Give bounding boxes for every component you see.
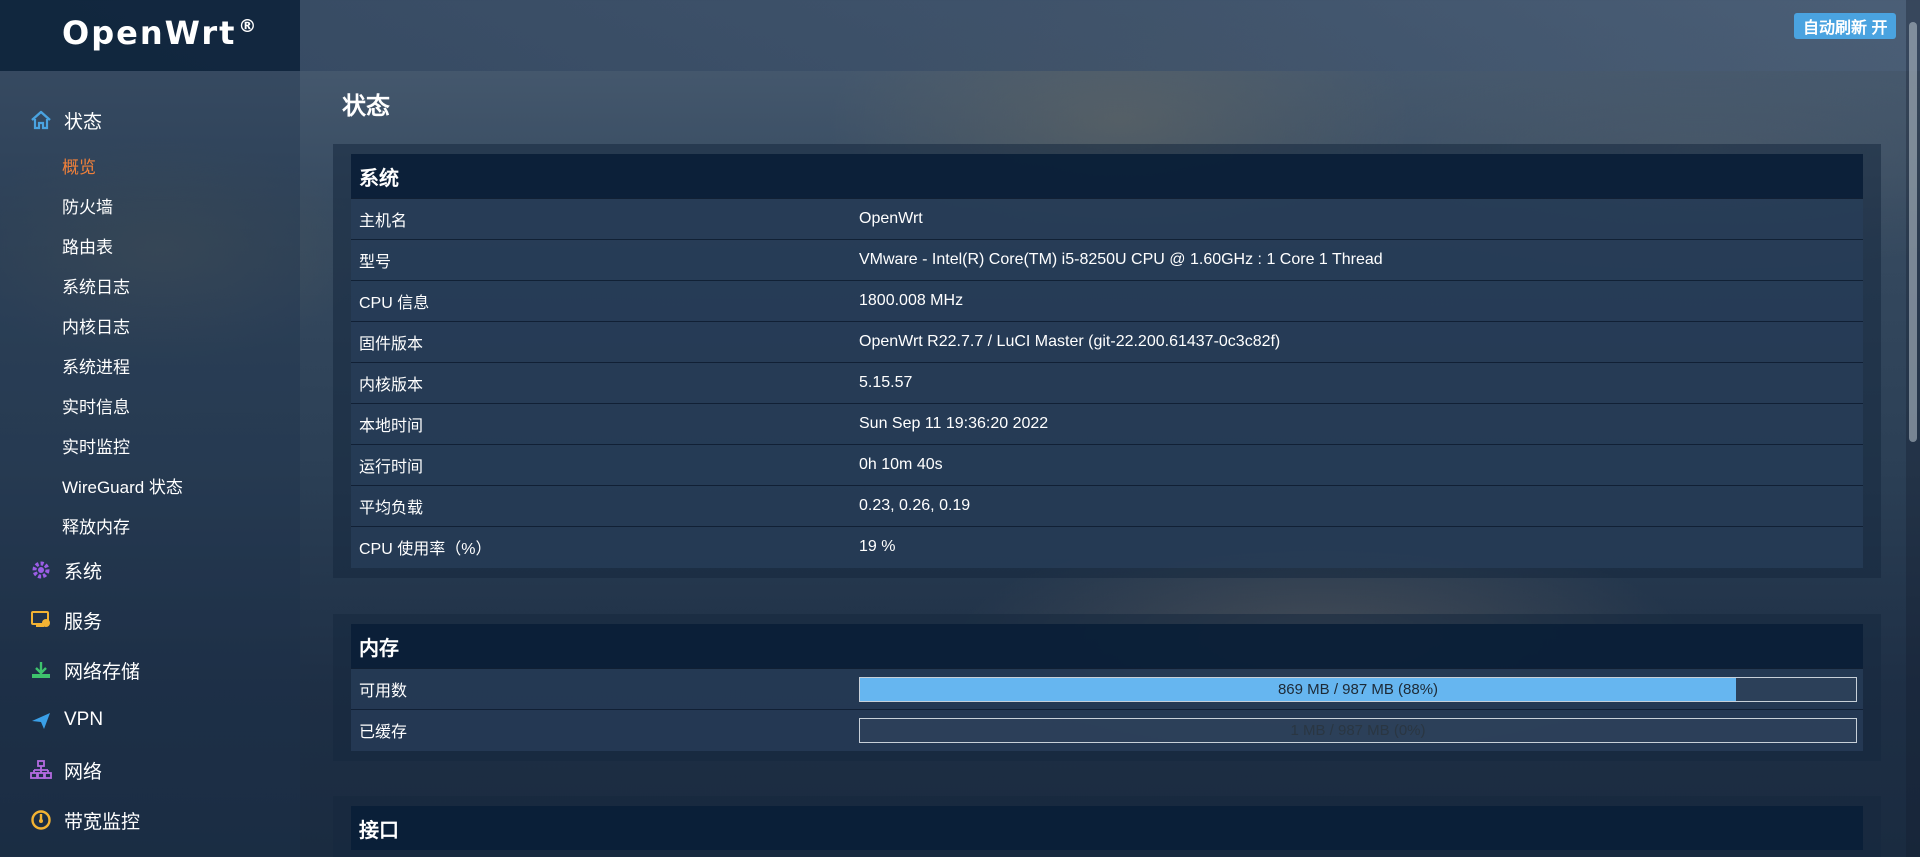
- memory-heading: 内存: [351, 624, 1863, 668]
- row-value: 1 MB / 987 MB (0%): [851, 709, 1863, 751]
- home-icon: [30, 109, 52, 131]
- network-icon: [30, 759, 52, 781]
- progress-bar: 1 MB / 987 MB (0%): [859, 717, 1857, 743]
- sidebar-subitem[interactable]: 概览: [62, 145, 300, 185]
- row-key: 运行时间: [351, 444, 851, 486]
- table-row: CPU 使用率（%） 19 %: [351, 526, 1863, 568]
- page-title: 状态: [342, 93, 390, 120]
- table-row: 可用数 869 MB / 987 MB (88%): [351, 668, 1863, 710]
- gear-icon: [30, 559, 52, 581]
- sidebar-group-label: 网络: [64, 761, 103, 783]
- sidebar-subitem[interactable]: 系统日志: [62, 265, 300, 305]
- row-key: 本地时间: [351, 403, 851, 445]
- sidebar-group-label: 带宽监控: [64, 811, 141, 833]
- sidebar-group-4[interactable]: VPN: [0, 695, 300, 745]
- progress-label: 869 MB / 987 MB (88%): [1277, 680, 1439, 698]
- sidebar-group-1[interactable]: 系统: [0, 545, 300, 595]
- row-value: 1800.008 MHz: [851, 280, 1863, 322]
- table-row: 固件版本 OpenWrt R22.7.7 / LuCI Master (git-2…: [351, 321, 1863, 363]
- row-value: 19 %: [851, 526, 1863, 568]
- sidebar-group-label: VPN: [64, 709, 104, 730]
- status-submenu: 概览 防火墙 路由表 系统日志 内核日志 系统进程 实时信息 实时监控 WireGuard 状态…: [0, 145, 300, 545]
- system-heading: 系统: [351, 154, 1863, 198]
- sidebar-subitem[interactable]: 路由表: [62, 225, 300, 265]
- system-panel: 系统 主机名 OpenWrt 型号 VMware - Intel(R) Core(TM…: [333, 144, 1881, 578]
- system-table: 主机名 OpenWrt 型号 VMware - Intel(R) Core(TM) i…: [351, 198, 1863, 568]
- progress-bar: 869 MB / 987 MB (88%): [859, 676, 1857, 702]
- row-key: 可用数: [351, 668, 851, 710]
- row-value: 869 MB / 987 MB (88%): [851, 668, 1863, 710]
- storage-icon: [30, 659, 52, 681]
- table-row: 平均负载 0.23, 0.26, 0.19: [351, 485, 1863, 527]
- gauge-icon: [30, 809, 52, 831]
- table-row: 内核版本 5.15.57: [351, 362, 1863, 404]
- vpn-icon: [30, 709, 52, 731]
- top-header: OpenWrt ® 自动刷新 开: [0, 0, 1920, 71]
- services-icon: [30, 609, 52, 631]
- progress-label: 1 MB / 987 MB (0%): [1290, 721, 1426, 739]
- brand[interactable]: OpenWrt ®: [0, 0, 300, 71]
- sidebar-group-2[interactable]: 服务: [0, 595, 300, 645]
- row-key: 型号: [351, 239, 851, 281]
- table-row: CPU 信息 1800.008 MHz: [351, 280, 1863, 322]
- sidebar-group-status[interactable]: 状态: [0, 95, 300, 145]
- sidebar: 状态 概览 防火墙 路由表 系统日志 内核日志 系统进程 实时信息 实时监控 WireGuard…: [0, 71, 300, 857]
- sidebar-subitem[interactable]: 系统进程: [62, 345, 300, 385]
- sidebar-subitem[interactable]: WireGuard 状态: [62, 465, 300, 505]
- row-value: OpenWrt: [851, 198, 1863, 240]
- row-key: 固件版本: [351, 321, 851, 363]
- sidebar-group-3[interactable]: 网络存储: [0, 645, 300, 695]
- row-key: 已缓存: [351, 709, 851, 751]
- table-row: 本地时间 Sun Sep 11 19:36:20 2022: [351, 403, 1863, 445]
- row-value: 0h 10m 40s: [851, 444, 1863, 486]
- sidebar-subitem[interactable]: 释放内存: [62, 505, 300, 545]
- table-row: 型号 VMware - Intel(R) Core(TM) i5-8250U CP…: [351, 239, 1863, 281]
- table-row: 主机名 OpenWrt: [351, 198, 1863, 240]
- row-value: 0.23, 0.26, 0.19: [851, 485, 1863, 527]
- scrollbar[interactable]: [1906, 0, 1920, 857]
- sidebar-subitem[interactable]: 实时信息: [62, 385, 300, 425]
- sidebar-group-label: 网络存储: [64, 661, 141, 683]
- row-key: 平均负载: [351, 485, 851, 527]
- table-row: 已缓存 1 MB / 987 MB (0%): [351, 709, 1863, 751]
- auto-refresh-toggle[interactable]: 自动刷新 开: [1794, 13, 1897, 39]
- scrollbar-thumb[interactable]: [1909, 22, 1917, 442]
- brand-logo: OpenWrt ®: [62, 13, 259, 52]
- row-key: 内核版本: [351, 362, 851, 404]
- row-value: 5.15.57: [851, 362, 1863, 404]
- table-row: 运行时间 0h 10m 40s: [351, 444, 1863, 486]
- row-key: CPU 信息: [351, 280, 851, 322]
- memory-table: 可用数 869 MB / 987 MB (88%) 已缓存 1 MB / 987 MB…: [351, 668, 1863, 751]
- row-value: OpenWrt R22.7.7 / LuCI Master (git-22.20…: [851, 321, 1863, 363]
- sidebar-group-label: 服务: [64, 611, 103, 633]
- row-key: 主机名: [351, 198, 851, 240]
- row-value: Sun Sep 11 19:36:20 2022: [851, 403, 1863, 445]
- sidebar-subitem[interactable]: 实时监控: [62, 425, 300, 465]
- interfaces-heading: 接口: [351, 806, 1863, 850]
- row-value: VMware - Intel(R) Core(TM) i5-8250U CPU …: [851, 239, 1863, 281]
- sidebar-group-6[interactable]: 带宽监控: [0, 795, 300, 845]
- sidebar-groups: 系统服务网络存储 VPN 网络带宽监控: [0, 545, 300, 845]
- row-key: CPU 使用率（%）: [351, 526, 851, 568]
- sidebar-subitem[interactable]: 防火墙: [62, 185, 300, 225]
- sidebar-group-label: 系统: [64, 561, 103, 583]
- memory-panel: 内存 可用数 869 MB / 987 MB (88%) 已缓存 1 MB / 987…: [333, 614, 1881, 761]
- sidebar-group-5[interactable]: 网络: [0, 745, 300, 795]
- interfaces-panel: 接口: [333, 796, 1881, 857]
- sidebar-subitem[interactable]: 内核日志: [62, 305, 300, 345]
- sidebar-group-label: 状态: [64, 111, 103, 133]
